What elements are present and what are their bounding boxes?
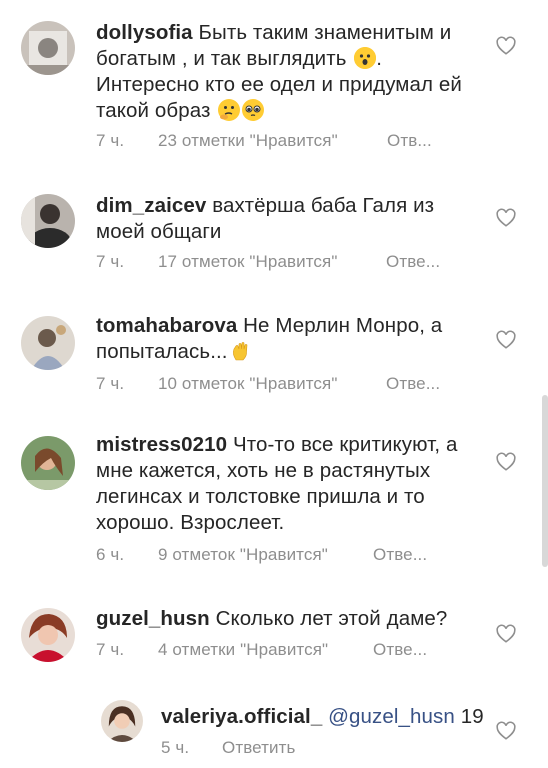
comment-text: dollysofia Быть таким знаменитым и богат… — [96, 20, 486, 124]
comment-username[interactable]: guzel_husn — [96, 607, 210, 630]
comment-text: dim_zaicev вахтёрша баба Галя из моей об… — [96, 193, 486, 245]
like-heart-icon[interactable] — [495, 623, 517, 645]
comment-time: 7 ч. — [96, 374, 125, 393]
comment-item: guzel_husn Сколько лет этой даме? 7 ч. 4… — [0, 595, 548, 675]
comment-text: mistress0210 Что-то все критикуют, а мне… — [96, 432, 486, 536]
avatar[interactable] — [101, 700, 143, 742]
avatar[interactable] — [21, 316, 75, 370]
reply-button[interactable]: Отве... — [373, 545, 427, 565]
comment-username[interactable]: tomahabarova — [96, 314, 237, 337]
reply-button[interactable]: Отве... — [386, 374, 440, 394]
reply-comment-item: valeriya.official_ @guzel_husn 19 5 ч. О… — [0, 690, 548, 768]
comment-likes-count[interactable]: 17 отметок "Нравится" — [158, 252, 337, 272]
comment-time: 7 ч. — [96, 640, 125, 659]
like-heart-icon[interactable] — [495, 451, 517, 473]
comment-time: 5 ч. — [161, 738, 190, 757]
comment-text: valeriya.official_ @guzel_husn 19 — [161, 704, 491, 730]
like-heart-icon[interactable] — [495, 329, 517, 351]
comment-likes-count[interactable]: 9 отметок "Нравится" — [158, 545, 328, 565]
waving-hand-emoji — [230, 340, 252, 362]
comment-item: dim_zaicev вахтёрша баба Галя из моей об… — [0, 180, 548, 285]
like-heart-icon[interactable] — [495, 207, 517, 229]
comment-meta: 7 ч. 10 отметок "Нравится" Отве... — [96, 374, 496, 396]
avatar[interactable] — [21, 21, 75, 75]
comment-username[interactable]: valeriya.official_ — [161, 705, 322, 728]
avatar[interactable] — [21, 436, 75, 490]
comment-username[interactable]: mistress0210 — [96, 433, 227, 456]
reply-button[interactable]: Отв... — [387, 131, 432, 151]
comment-meta: 7 ч. 4 отметки "Нравится" Отве... — [96, 640, 496, 662]
reply-button[interactable]: Ответить — [222, 738, 295, 758]
mention-link[interactable]: @guzel_husn — [328, 705, 455, 728]
comment-text: guzel_husn Сколько лет этой даме? — [96, 606, 486, 632]
comment-body: 19 — [460, 705, 484, 728]
comment-username[interactable]: dim_zaicev — [96, 194, 206, 217]
like-heart-icon[interactable] — [495, 35, 517, 57]
reply-button[interactable]: Отве... — [373, 640, 427, 660]
comment-text: tomahabarova Не Мерлин Монро, а попытала… — [96, 313, 486, 365]
comment-time: 6 ч. — [96, 545, 125, 564]
like-heart-icon[interactable] — [495, 720, 517, 742]
comment-meta: 5 ч. Ответить — [161, 738, 461, 760]
astonished-face-emoji — [354, 47, 377, 69]
comment-body: Сколько лет этой даме? — [215, 607, 448, 630]
comment-time: 7 ч. — [96, 131, 125, 150]
comment-meta: 7 ч. 23 отметки "Нравится" Отв... — [96, 131, 496, 153]
comment-likes-count[interactable]: 23 отметки "Нравится" — [158, 131, 338, 151]
comment-username[interactable]: dollysofia — [96, 21, 193, 44]
comment-item: tomahabarova Не Мерлин Монро, а попытала… — [0, 300, 548, 410]
reply-button[interactable]: Отве... — [386, 252, 440, 272]
scrollbar[interactable] — [542, 395, 548, 567]
pleading-face-emoji — [242, 99, 265, 121]
comment-likes-count[interactable]: 10 отметок "Нравится" — [158, 374, 337, 394]
avatar[interactable] — [21, 194, 75, 248]
thinking-face-emoji — [218, 99, 241, 121]
comment-time: 7 ч. — [96, 252, 125, 271]
avatar[interactable] — [21, 608, 75, 662]
comment-item: dollysofia Быть таким знаменитым и богат… — [0, 0, 548, 170]
comment-meta: 7 ч. 17 отметок "Нравится" Отве... — [96, 252, 496, 274]
comment-meta: 6 ч. 9 отметок "Нравится" Отве... — [96, 545, 496, 567]
comment-likes-count[interactable]: 4 отметки "Нравится" — [158, 640, 328, 660]
comment-item: mistress0210 Что-то все критикуют, а мне… — [0, 420, 548, 580]
